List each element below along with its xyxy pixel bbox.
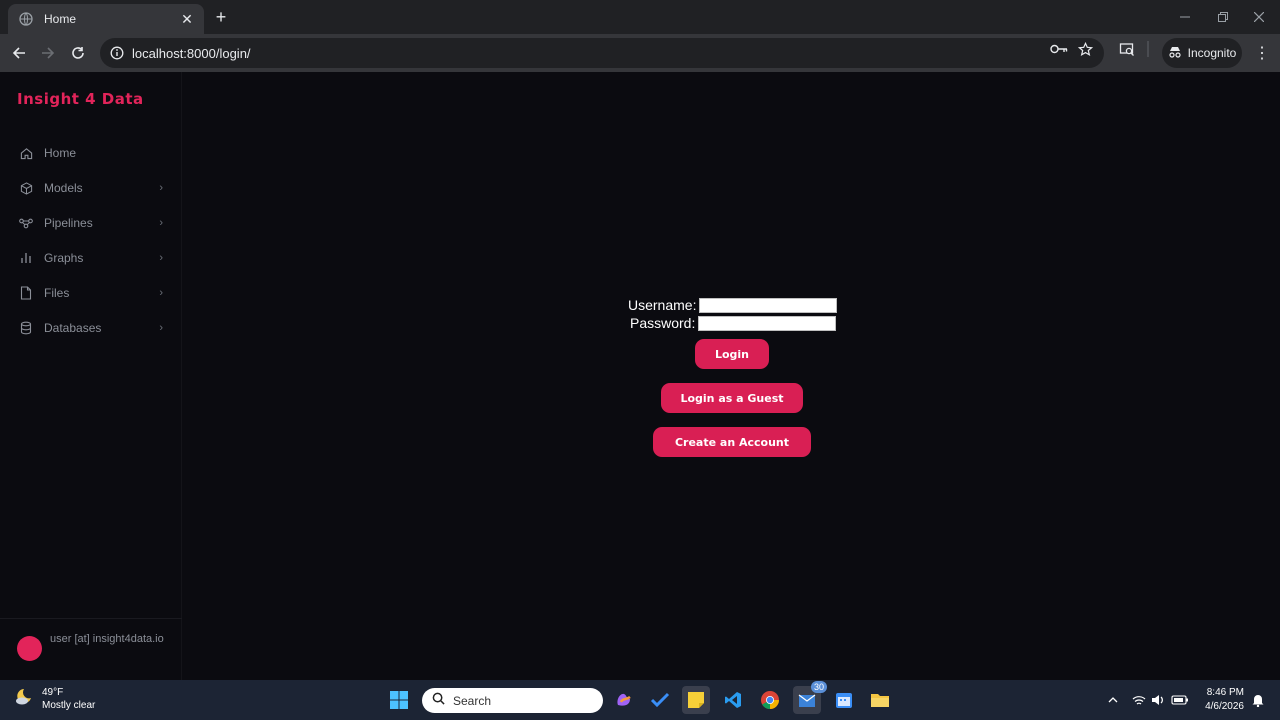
clock-date: 4/6/2026 xyxy=(1205,701,1244,712)
create-account-button[interactable]: Create an Account xyxy=(653,427,811,457)
notification-bell-icon[interactable] xyxy=(1249,690,1267,710)
reload-icon[interactable] xyxy=(63,38,93,68)
sidebar-item-label: Databases xyxy=(44,321,102,335)
star-icon[interactable] xyxy=(1075,39,1095,59)
weather-description: Mostly clear xyxy=(42,700,96,711)
sidebar-item-home[interactable]: Home xyxy=(0,139,182,167)
chevron-right-icon: › xyxy=(159,322,163,334)
calendar-app-icon[interactable] xyxy=(830,686,858,714)
home-icon xyxy=(19,146,33,160)
user-email: user [at] insight4data.io xyxy=(50,633,164,645)
key-icon[interactable] xyxy=(1049,39,1069,59)
sidebar-item-label: Pipelines xyxy=(44,216,93,230)
sidebar-item-label: Files xyxy=(44,286,70,300)
copilot-icon[interactable] xyxy=(610,686,638,714)
site-info-icon[interactable] xyxy=(102,46,132,60)
incognito-icon xyxy=(1168,46,1182,61)
sidebar-item-label: Graphs xyxy=(44,251,84,265)
chevron-up-icon[interactable] xyxy=(1104,690,1122,710)
browser-tabstrip: Home ✕ + xyxy=(0,0,1280,34)
incognito-label: Incognito xyxy=(1187,46,1237,60)
url-text[interactable]: localhost:8000/login/ xyxy=(132,46,1104,61)
system-clock[interactable]: 8:46 PM 4/6/2026 xyxy=(1196,686,1244,714)
battery-icon[interactable] xyxy=(1171,690,1189,710)
close-window-icon[interactable] xyxy=(1240,0,1278,34)
username-row: Username: xyxy=(628,297,838,313)
user-profile[interactable]: user [at] insight4data.io xyxy=(0,618,182,680)
globe-icon xyxy=(18,11,34,27)
todo-checkmark-icon[interactable] xyxy=(646,686,674,714)
search-placeholder: Search xyxy=(453,693,492,708)
cube-icon xyxy=(19,181,33,195)
volume-icon[interactable] xyxy=(1149,690,1167,710)
sidebar-item-databases[interactable]: Databases › xyxy=(0,314,182,342)
bar-chart-icon xyxy=(19,251,33,265)
toolbar-divider xyxy=(1144,39,1152,59)
weather-widget[interactable]: 49°F Mostly clear xyxy=(14,686,95,712)
chevron-right-icon: › xyxy=(159,182,163,194)
sidebar-item-label: Home xyxy=(44,146,77,160)
password-row: Password: xyxy=(630,315,837,331)
brand-logo[interactable]: Insight 4 Data xyxy=(17,90,144,108)
chrome-icon[interactable] xyxy=(756,686,784,714)
sticky-notes-icon[interactable] xyxy=(682,686,710,714)
pipeline-icon xyxy=(19,216,33,230)
moon-cloud-icon xyxy=(14,687,34,712)
incognito-indicator[interactable]: Incognito xyxy=(1162,38,1242,68)
back-arrow-icon[interactable] xyxy=(4,38,34,68)
login-as-guest-button[interactable]: Login as a Guest xyxy=(661,383,803,413)
search-icon xyxy=(432,692,445,710)
sidebar-item-models[interactable]: Models › xyxy=(0,174,182,202)
avatar[interactable] xyxy=(17,636,42,661)
username-input[interactable] xyxy=(699,297,838,313)
restore-icon[interactable] xyxy=(1204,0,1242,34)
forward-arrow-icon[interactable] xyxy=(33,38,63,68)
taskbar-search[interactable]: Search xyxy=(422,688,603,713)
mail-badge: 30 xyxy=(810,681,827,693)
new-tab-button[interactable]: + xyxy=(210,6,232,28)
sidebar-item-files[interactable]: Files › xyxy=(0,279,182,307)
weather-temp: 49°F xyxy=(42,687,64,698)
minimize-icon[interactable] xyxy=(1166,0,1204,34)
sidebar-item-graphs[interactable]: Graphs › xyxy=(0,244,182,272)
taskbar: 49°F Mostly clear Search 30 8:46 PM 4/6/… xyxy=(0,680,1280,720)
file-icon xyxy=(19,286,33,300)
web-page: Insight 4 Data Home Models › Pipelines › xyxy=(0,72,1280,680)
tab-title: Home xyxy=(44,12,77,26)
clock-time: 8:46 PM xyxy=(1206,687,1244,698)
windows-start-icon[interactable] xyxy=(385,686,413,714)
browser-tab-home[interactable]: Home ✕ xyxy=(8,4,204,34)
username-label: Username: xyxy=(628,297,697,313)
browser-toolbar: localhost:8000/login/ Incognito ⋮ xyxy=(0,34,1280,72)
sidebar: Insight 4 Data Home Models › Pipelines › xyxy=(0,72,182,680)
password-label: Password: xyxy=(630,315,696,331)
file-explorer-icon[interactable] xyxy=(866,686,894,714)
sidebar-item-pipelines[interactable]: Pipelines › xyxy=(0,209,182,237)
database-icon xyxy=(19,321,33,335)
chevron-right-icon: › xyxy=(159,287,163,299)
chevron-right-icon: › xyxy=(159,252,163,264)
more-options-icon[interactable]: ⋮ xyxy=(1250,38,1274,68)
close-tab-icon[interactable]: ✕ xyxy=(178,10,196,28)
wifi-icon[interactable] xyxy=(1130,690,1148,710)
password-input[interactable] xyxy=(698,315,837,331)
vscode-icon[interactable] xyxy=(719,686,747,714)
mail-icon[interactable]: 30 xyxy=(793,681,827,714)
sidebar-item-label: Models xyxy=(44,181,83,195)
address-bar[interactable]: localhost:8000/login/ xyxy=(100,38,1104,68)
chevron-right-icon: › xyxy=(159,217,163,229)
login-button[interactable]: Login xyxy=(695,339,769,369)
lens-icon[interactable] xyxy=(1117,39,1137,59)
